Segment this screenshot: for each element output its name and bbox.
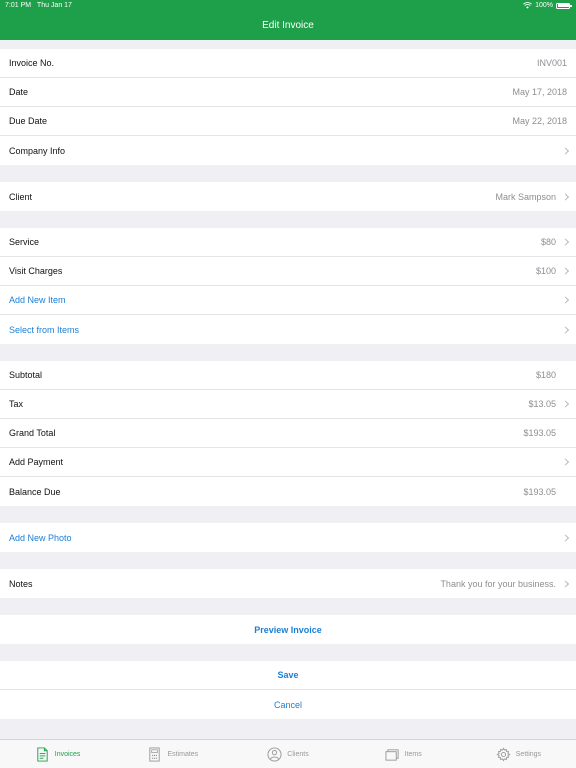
invoice-icon <box>37 746 48 762</box>
battery-icon <box>556 2 572 9</box>
tab-clients[interactable]: Clients <box>230 740 345 768</box>
nav-header: 7:01 PM Thu Jan 17 100% Edit Invoice <box>0 0 576 40</box>
balance-due-label: Balance Due <box>9 486 61 497</box>
client-label: Client <box>9 191 33 202</box>
tab-invoices[interactable]: Invoices <box>0 740 115 768</box>
subtotal-label: Subtotal <box>9 370 43 380</box>
invoice-form: Invoice No. INV001 Date May 17, 2018 Due D… <box>0 40 576 719</box>
notes-label: Notes <box>9 578 33 589</box>
chevron-right-icon <box>561 458 570 466</box>
date-row[interactable]: Date May 17, 2018 <box>0 78 576 107</box>
grand-total-value: $193.05 <box>523 428 556 438</box>
balance-due-row: Balance Due $193.05 <box>0 477 576 506</box>
notes-row[interactable]: Notes Thank you for your business. <box>0 569 576 598</box>
save-cancel-section: Save Cancel <box>0 661 576 719</box>
date-value: May 17, 2018 <box>512 87 567 97</box>
page-title: Edit Invoice <box>262 20 314 31</box>
client-value: Mark Sampson <box>495 191 556 202</box>
invoice-info-section: Invoice No. INV001 Date May 17, 2018 Due D… <box>0 49 576 165</box>
chevron-right-icon <box>561 533 570 542</box>
stack-icon <box>385 748 399 761</box>
item-row-visit-charges[interactable]: Visit Charges $100 <box>0 257 576 286</box>
chevron-right-icon <box>561 296 570 304</box>
add-new-photo-button[interactable]: Add New Photo <box>0 523 576 552</box>
tab-items[interactable]: Items <box>346 740 461 768</box>
chevron-right-icon <box>561 192 570 201</box>
invoice-number-value: INV001 <box>536 58 567 68</box>
calculator-icon <box>149 746 161 762</box>
tab-bar: Invoices Estimates Clients Items Setting… <box>0 739 576 768</box>
save-button[interactable]: Save <box>0 661 576 690</box>
chevron-right-icon <box>561 325 570 334</box>
chevron-right-icon <box>561 400 570 408</box>
photo-section: Add New Photo <box>0 523 576 552</box>
tab-estimates[interactable]: Estimates <box>115 740 230 768</box>
tab-settings[interactable]: Settings <box>461 740 576 768</box>
tab-label: Clients <box>287 750 309 758</box>
items-section: Service $80 Visit Charges $100 Add New Ite… <box>0 228 576 344</box>
add-new-photo-label: Add New Photo <box>9 532 72 543</box>
status-time-date: 7:01 PM Thu Jan 17 <box>5 0 72 11</box>
status-date: Thu Jan 17 <box>36 2 72 9</box>
chevron-right-icon <box>561 267 570 275</box>
battery-percent: 100% <box>535 2 553 9</box>
totals-section: Subtotal $180 Tax $13.05 Grand Total $193.0… <box>0 361 576 506</box>
tab-label: Estimates <box>167 750 199 758</box>
select-from-items-button[interactable]: Select from Items <box>0 315 576 344</box>
tax-row[interactable]: Tax $13.05 <box>0 390 576 419</box>
add-payment-row[interactable]: Add Payment <box>0 448 576 477</box>
notes-value: Thank you for your business. <box>440 578 556 589</box>
invoice-number-label: Invoice No. <box>9 58 55 68</box>
item-label: Visit Charges <box>9 266 63 276</box>
item-value: $80 <box>540 237 556 247</box>
company-info-row[interactable]: Company Info <box>0 136 576 165</box>
status-right: 100% <box>523 0 572 11</box>
grand-total-label: Grand Total <box>9 428 56 438</box>
tab-label: Settings <box>515 750 542 758</box>
item-row-service[interactable]: Service $80 <box>0 228 576 257</box>
tax-value: $13.05 <box>528 399 556 409</box>
chevron-right-icon <box>561 146 570 155</box>
person-icon <box>267 746 282 762</box>
add-new-item-button[interactable]: Add New Item <box>0 286 576 315</box>
preview-section: Preview Invoice <box>0 615 576 644</box>
status-bar: 7:01 PM Thu Jan 17 100% <box>0 0 576 11</box>
add-new-item-label: Add New Item <box>9 295 66 305</box>
select-from-items-label: Select from Items <box>9 324 80 335</box>
item-label: Service <box>9 237 40 247</box>
due-date-label: Due Date <box>9 116 48 126</box>
invoice-number-row[interactable]: Invoice No. INV001 <box>0 49 576 78</box>
client-section: Client Mark Sampson <box>0 182 576 211</box>
tax-label: Tax <box>9 399 24 409</box>
client-row[interactable]: Client Mark Sampson <box>0 182 576 211</box>
tab-label: Invoices <box>54 750 81 758</box>
item-value: $100 <box>535 266 556 276</box>
notes-section: Notes Thank you for your business. <box>0 569 576 598</box>
company-info-label: Company Info <box>9 145 66 156</box>
tab-label: Items <box>404 750 422 758</box>
status-time: 7:01 PM <box>5 2 32 9</box>
balance-due-value: $193.05 <box>523 486 556 497</box>
subtotal-value: $180 <box>535 370 556 380</box>
date-label: Date <box>9 87 29 97</box>
add-payment-label: Add Payment <box>9 457 64 467</box>
due-date-value: May 22, 2018 <box>512 116 567 126</box>
subtotal-row: Subtotal $180 <box>0 361 576 390</box>
grand-total-row: Grand Total $193.05 <box>0 419 576 448</box>
preview-invoice-button[interactable]: Preview Invoice <box>0 615 576 644</box>
chevron-right-icon <box>561 579 570 588</box>
gear-icon <box>496 746 511 762</box>
wifi-icon <box>523 2 533 9</box>
due-date-row[interactable]: Due Date May 22, 2018 <box>0 107 576 136</box>
cancel-button[interactable]: Cancel <box>0 690 576 719</box>
chevron-right-icon <box>561 238 570 246</box>
